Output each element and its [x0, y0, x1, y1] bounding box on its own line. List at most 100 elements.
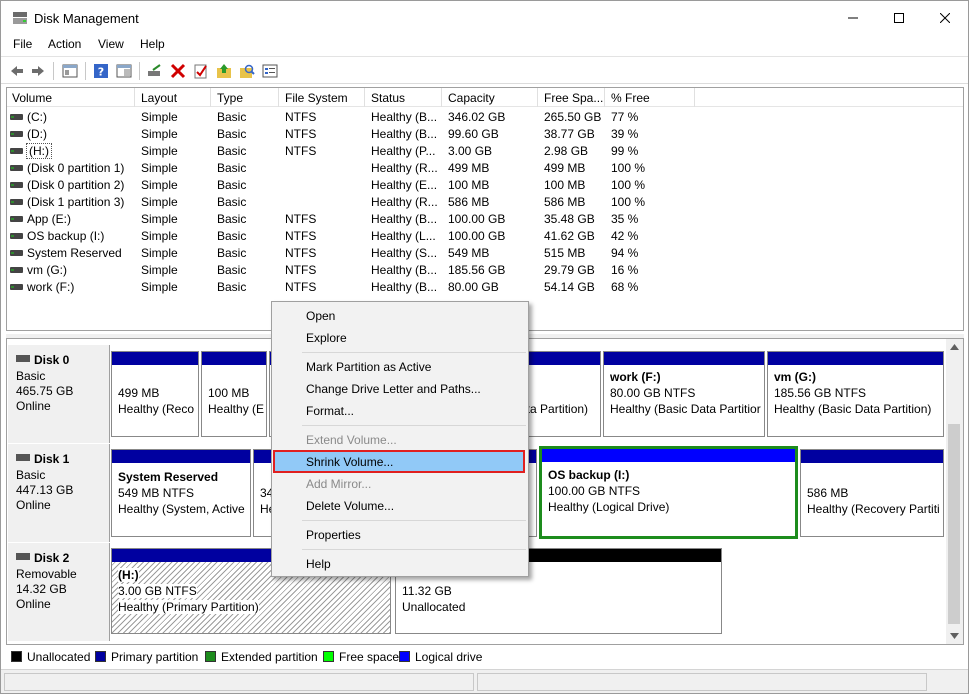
col-status[interactable]: Status: [371, 91, 405, 105]
scroll-up-icon[interactable]: [950, 344, 959, 350]
minimize-icon: [848, 17, 858, 18]
table-row[interactable]: (C:) Simple Basic NTFS Healthy (B... 346.02 G…: [7, 108, 963, 125]
disk1-size: 447.13 GB: [16, 483, 74, 497]
table-cell: Healthy (P...: [371, 144, 436, 158]
console-tree-icon[interactable]: [62, 63, 78, 79]
table-row[interactable]: work (F:) Simple Basic NTFS Healthy (B... 80.…: [7, 278, 963, 295]
table-cell: 185.56 GB: [448, 263, 506, 277]
close-button[interactable]: [922, 1, 968, 34]
table-cell: NTFS: [285, 280, 317, 294]
disk2-info[interactable]: Disk 2 Removable 14.32 GB Online: [8, 543, 110, 641]
scroll-down-icon[interactable]: [950, 633, 959, 639]
disk1-recovery-partition[interactable]: 586 MB Healthy (Recovery Partiti: [800, 449, 944, 537]
table-cell: Healthy (R...: [371, 161, 438, 175]
check-properties-icon[interactable]: [193, 63, 209, 79]
table-cell: Basic: [217, 161, 247, 175]
menu-change-drive-letter[interactable]: Change Drive Letter and Paths...: [306, 382, 481, 396]
table-cell: 549 MB: [448, 246, 490, 260]
table-row[interactable]: (H:) Simple Basic NTFS Healthy (P... 3.00 GB 2…: [7, 142, 963, 159]
menu-open[interactable]: Open: [306, 309, 335, 323]
table-cell: Simple: [141, 178, 178, 192]
table-row[interactable]: (D:) Simple Basic NTFS Healthy (B... 99.60 GB…: [7, 125, 963, 142]
forward-arrow-icon[interactable]: [30, 63, 46, 79]
menu-mark-active[interactable]: Mark Partition as Active: [306, 360, 431, 374]
table-cell: 265.50 GB: [544, 110, 602, 124]
disk0-state: Online: [16, 399, 51, 413]
table-row[interactable]: System Reserved Simple Basic NTFS Healthy (S…: [7, 244, 963, 261]
show-hide-pane-icon[interactable]: [116, 63, 132, 79]
table-cell: Simple: [141, 280, 178, 294]
maximize-button[interactable]: [876, 1, 922, 34]
legend-label: Free space: [339, 650, 400, 664]
table-cell: OS backup (I:): [27, 229, 105, 243]
disk0-vm-partition[interactable]: vm (G:) 185.56 GB NTFS Healthy (Basic Da…: [767, 351, 944, 437]
col-capacity[interactable]: Capacity: [448, 91, 495, 105]
menu-help[interactable]: Help: [140, 37, 165, 51]
menu-action[interactable]: Action: [48, 37, 81, 51]
disk0-partition1[interactable]: 499 MB Healthy (Reco: [111, 351, 199, 437]
table-cell: 499 MB: [544, 161, 586, 175]
table-cell: 35 %: [611, 212, 639, 226]
disk1-info[interactable]: Disk 1 Basic 447.13 GB Online: [8, 444, 110, 542]
disk1-os-backup-partition[interactable]: OS backup (I:) 100.00 GB NTFS Healthy (L…: [539, 446, 798, 539]
table-row[interactable]: vm (G:) Simple Basic NTFS Healthy (B... 185.5…: [7, 261, 963, 278]
table-cell: (Disk 0 partition 1): [27, 161, 125, 175]
menu-format[interactable]: Format...: [306, 404, 354, 418]
table-row[interactable]: (Disk 0 partition 1) Simple Basic Healthy (…: [7, 159, 963, 176]
table-cell: Healthy (B...: [371, 110, 438, 124]
legend-label: Extended partition: [221, 650, 318, 664]
table-cell: 100 %: [611, 178, 646, 192]
table-row[interactable]: App (E:) Simple Basic NTFS Healthy (B... 100.…: [7, 210, 963, 227]
table-cell: 41.62 GB: [544, 229, 595, 243]
col-layout[interactable]: Layout: [141, 91, 177, 105]
status-pane: [4, 673, 474, 691]
disk0-info[interactable]: Disk 0 Basic 465.75 GB Online: [8, 345, 110, 443]
menu-view[interactable]: View: [98, 37, 124, 51]
disk0-work-partition[interactable]: work (F:) 80.00 GB NTFS Healthy (Basic D…: [603, 351, 765, 437]
legend-swatch-free-space: [323, 651, 334, 662]
volume-list[interactable]: Volume Layout Type File System Status Ca…: [6, 87, 964, 331]
disk0-partition2[interactable]: 100 MB Healthy (E: [201, 351, 267, 437]
volume-icon: [10, 199, 23, 205]
table-row[interactable]: (Disk 0 partition 2) Simple Basic Healthy (…: [7, 176, 963, 193]
legend-label: Logical drive: [415, 650, 483, 664]
settings-list-icon[interactable]: [262, 63, 278, 79]
disk1-system-reserved[interactable]: System Reserved 549 MB NTFS Healthy (Sys…: [111, 449, 251, 537]
vertical-scrollbar[interactable]: [946, 339, 963, 644]
col-percent-free[interactable]: % Free: [611, 91, 650, 105]
status-bar: [1, 669, 968, 693]
menu-shrink-volume[interactable]: Shrink Volume...: [306, 455, 393, 469]
upload-folder-icon[interactable]: [216, 63, 232, 79]
removable-disk-icon: [16, 553, 30, 560]
disk-management-app-icon: [13, 12, 27, 24]
table-cell: Basic: [217, 110, 247, 124]
back-arrow-icon[interactable]: [9, 63, 25, 79]
menu-help-item[interactable]: Help: [306, 557, 331, 571]
table-cell: App (E:): [27, 212, 72, 226]
menu-properties[interactable]: Properties: [306, 528, 361, 542]
menu-file[interactable]: File: [13, 37, 32, 51]
legend-swatch-extended: [205, 651, 216, 662]
col-type[interactable]: Type: [217, 91, 243, 105]
col-volume[interactable]: Volume: [12, 91, 52, 105]
volume-icon: [10, 284, 23, 290]
search-folder-icon[interactable]: [239, 63, 255, 79]
scrollbar-thumb[interactable]: [948, 424, 960, 624]
col-free-space[interactable]: Free Spa...: [544, 91, 603, 105]
table-cell: 16 %: [611, 263, 639, 277]
table-cell: NTFS: [285, 212, 317, 226]
table-cell: 29.79 GB: [544, 263, 595, 277]
col-file-system[interactable]: File System: [285, 91, 348, 105]
minimize-button[interactable]: [830, 1, 876, 34]
table-row[interactable]: OS backup (I:) Simple Basic NTFS Healthy (L.…: [7, 227, 963, 244]
table-cell: Healthy (R...: [371, 195, 438, 209]
disk2-size: 14.32 GB: [16, 582, 67, 596]
table-cell: 100.00 GB: [448, 229, 506, 243]
table-cell: Basic: [217, 280, 247, 294]
menu-explore[interactable]: Explore: [306, 331, 347, 345]
delete-icon[interactable]: [170, 63, 186, 79]
connect-drive-icon[interactable]: [147, 63, 163, 79]
menu-delete-volume[interactable]: Delete Volume...: [306, 499, 394, 513]
table-row[interactable]: (Disk 1 partition 3) Simple Basic Healthy (…: [7, 193, 963, 210]
help-icon[interactable]: ?: [93, 63, 109, 79]
